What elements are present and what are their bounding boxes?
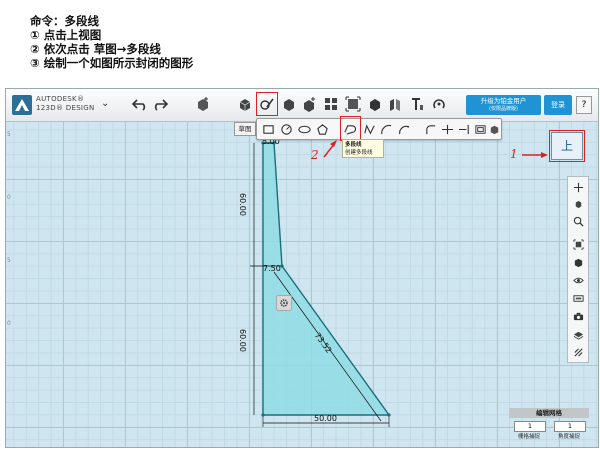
navigation-bar xyxy=(567,176,589,363)
sketch-mode-label: 草图 xyxy=(234,122,256,136)
viewcube-highlight xyxy=(549,130,585,162)
snap-value-field[interactable]: 1 xyxy=(514,421,546,432)
polyline-shape xyxy=(250,140,548,427)
annotation-marker-2: 2 xyxy=(311,148,319,162)
snap-label: 栅格捕捉 xyxy=(517,434,540,440)
sketch-project-icon[interactable] xyxy=(486,121,502,137)
instructions: 命令：多段线 ① 点击上视图 ② 依次点击 草图→多段线 ③ 绘制一个如图所示封… xyxy=(30,14,193,70)
polyline-tooltip: 多段线 创建多段线 xyxy=(342,139,384,158)
pan-icon[interactable] xyxy=(571,180,585,194)
settings-gear-button[interactable] xyxy=(276,295,292,311)
visibility-eye-icon[interactable] xyxy=(571,273,585,287)
instruction-step-1: ① 点击上视图 xyxy=(30,28,102,42)
edit-grid-title[interactable]: 编辑网格 xyxy=(509,408,589,418)
instruction-title: 命令：多段线 xyxy=(30,14,99,28)
angle-value-field[interactable]: 1 xyxy=(554,421,586,432)
sketch-arc-icon[interactable] xyxy=(378,121,394,137)
camera-icon[interactable] xyxy=(571,309,585,323)
layers-icon[interactable] xyxy=(571,327,585,341)
dim-upper-height[interactable]: 60.00 xyxy=(238,193,247,216)
sketch-rectangle-icon[interactable] xyxy=(260,121,276,137)
sketch-trim-icon[interactable] xyxy=(439,121,455,137)
sketch-two-point-arc-icon[interactable] xyxy=(395,121,411,137)
angle-label: 角度捕捉 xyxy=(557,434,580,440)
annotation-marker-1: 1 xyxy=(510,147,518,161)
sketch-polygon-icon[interactable] xyxy=(314,121,330,137)
perspective-icon[interactable] xyxy=(571,255,585,269)
fit-view-icon[interactable] xyxy=(571,237,585,251)
dim-bottom-width[interactable]: 50.00 xyxy=(314,414,337,423)
tooltip-title: 多段线 xyxy=(345,142,362,148)
edit-grid-panel: 编辑网格 1 1 栅格捕捉 角度捕捉 xyxy=(509,408,589,446)
orbit-icon[interactable] xyxy=(571,197,585,211)
sketch-ellipse-icon[interactable] xyxy=(296,121,312,137)
grid-settings-icon[interactable] xyxy=(571,345,585,359)
dim-mid-width[interactable]: 7.50 xyxy=(263,264,281,273)
instruction-step-3: ③ 绘制一个如图所示封闭的图形 xyxy=(30,56,194,70)
sketch-spline-icon[interactable] xyxy=(361,121,377,137)
zoom-icon[interactable] xyxy=(571,214,585,228)
tooltip-description: 创建多段线 xyxy=(345,150,373,156)
polyline-highlight xyxy=(340,116,361,141)
app-window: AUTODESK® 123D® DESIGN ⌄ 升级为铂金用户 (仅限品牌版)… xyxy=(5,88,599,448)
instruction-step-2: ② 依次点击 草图→多段线 xyxy=(30,42,161,56)
sketch-toolbar xyxy=(256,116,502,141)
sketch-fillet-icon[interactable] xyxy=(422,121,438,137)
closed-polyline xyxy=(262,142,391,416)
dim-lower-height[interactable]: 60.00 xyxy=(238,329,247,352)
sketch-extend-icon[interactable] xyxy=(456,121,472,137)
gear-icon xyxy=(280,299,288,307)
material-icon[interactable] xyxy=(571,291,585,305)
sketch-circle-icon[interactable] xyxy=(278,121,294,137)
